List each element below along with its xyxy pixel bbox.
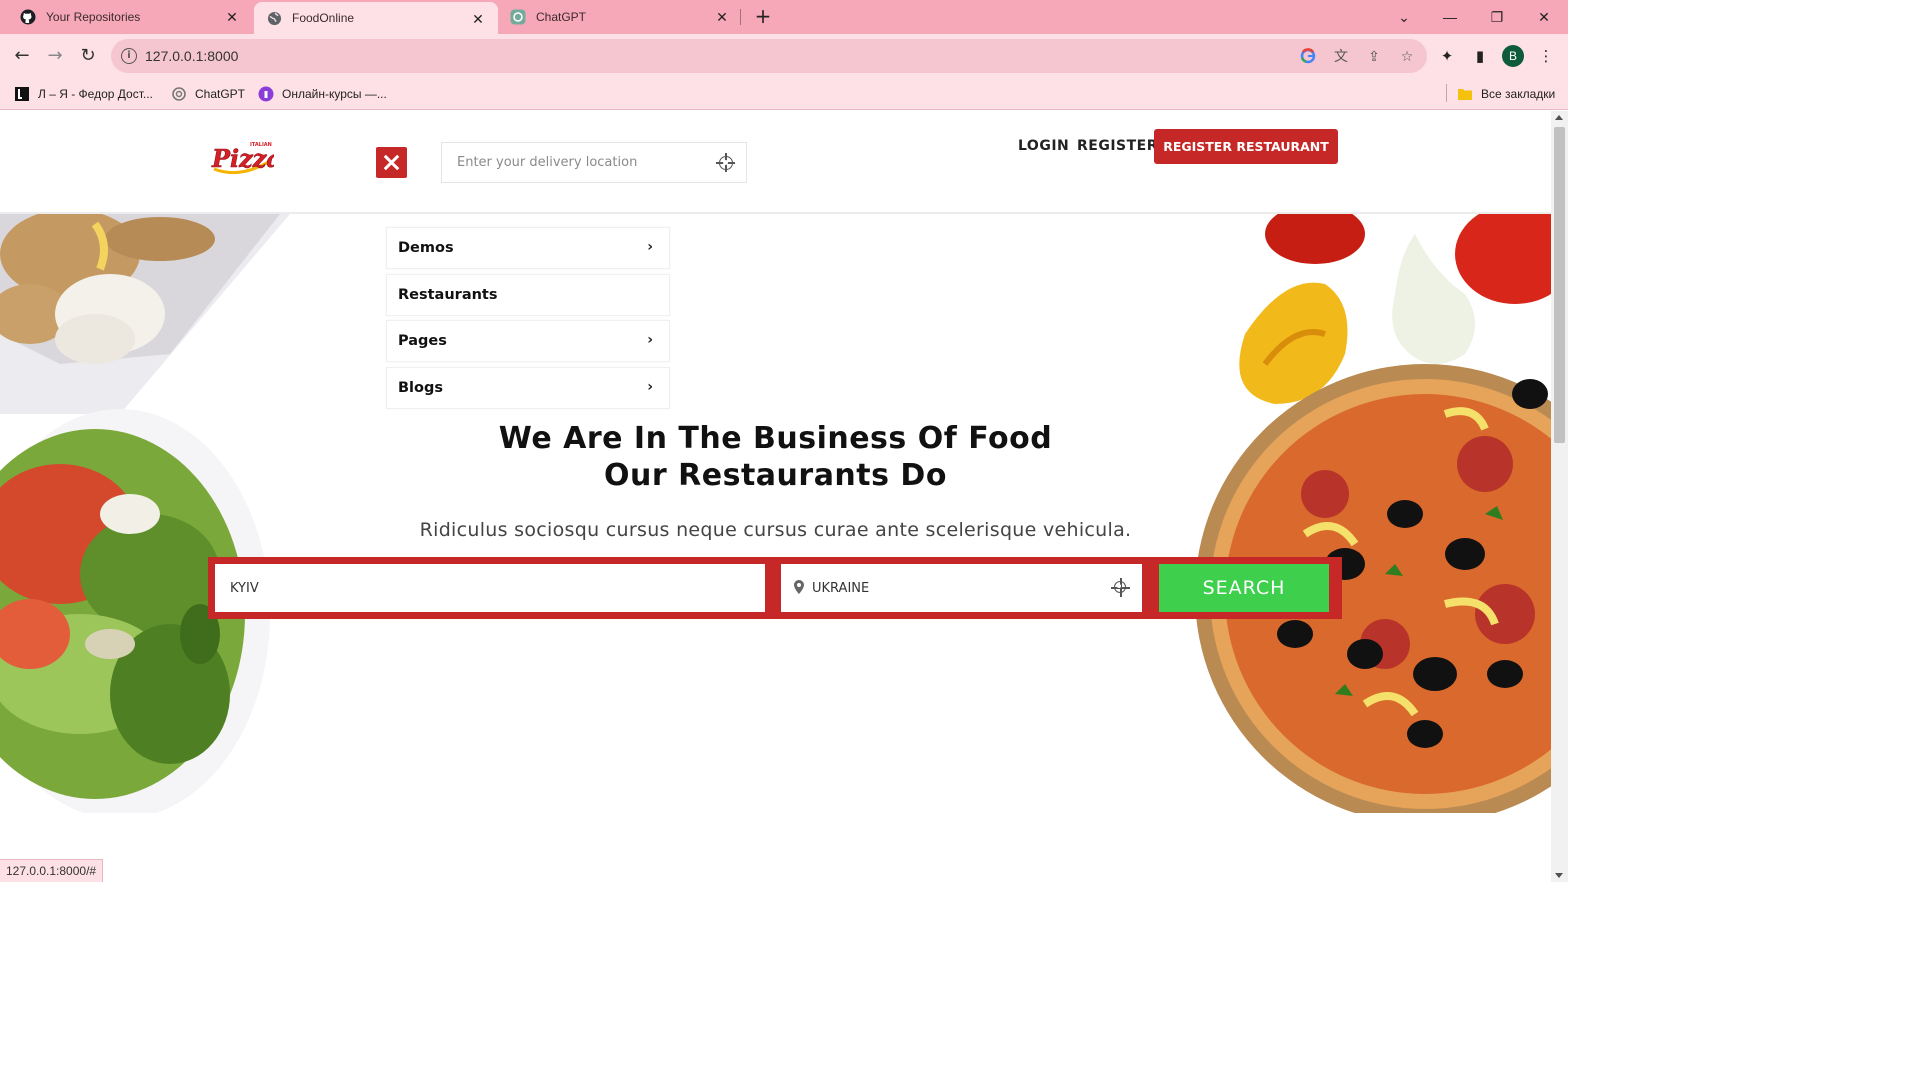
delivery-location-field[interactable] [441, 142, 747, 183]
menu-item-label: Blogs [398, 380, 443, 396]
menu-item-restaurants[interactable]: Restaurants [386, 274, 670, 316]
tab-separator [740, 9, 741, 25]
back-icon[interactable]: ← [10, 44, 34, 68]
status-bar-url: 127.0.0.1:8000/# [0, 859, 104, 882]
tab-title: FoodOnline [292, 11, 355, 25]
menu-item-blogs[interactable]: Blogs › [386, 367, 670, 409]
close-tab-icon[interactable]: ✕ [224, 9, 240, 25]
github-icon [20, 9, 36, 25]
restore-icon[interactable]: ❐ [1486, 6, 1508, 28]
bookmark-label: ChatGPT [195, 87, 246, 101]
hero-subtitle: Ridiculus sociosqu cursus neque cursus c… [419, 519, 1132, 541]
hero-title-line2: Our Restaurants Do [604, 458, 947, 493]
menu-kebab-icon[interactable]: ⋮ [1535, 45, 1557, 67]
window-close-icon[interactable]: ✕ [1533, 6, 1555, 28]
web-page: Pizza ITALIAN LOGIN REGISTER REGISTER RE… [0, 111, 1551, 882]
bookmark-star-icon[interactable]: ☆ [1398, 48, 1416, 66]
svg-text:ITALIAN: ITALIAN [250, 142, 272, 148]
bookmark-label: Л – Я - Федор Дост... [38, 87, 153, 101]
tab-chatgpt[interactable]: ChatGPT ✕ [498, 0, 742, 34]
translate-icon[interactable]: 文 [1332, 48, 1350, 66]
locate-me-icon[interactable] [716, 153, 735, 172]
close-menu-button[interactable] [376, 147, 407, 178]
site-info-icon[interactable]: i [121, 48, 137, 64]
minimize-icon[interactable]: — [1439, 6, 1461, 28]
delivery-location-input[interactable] [442, 143, 712, 182]
tab-your-repositories[interactable]: Your Repositories ✕ [8, 0, 252, 34]
chatgpt-icon [171, 86, 187, 102]
address-bar[interactable]: i 127.0.0.1:8000 文 ⇪ ☆ [111, 39, 1427, 73]
scroll-up-arrow-icon[interactable] [1555, 115, 1563, 120]
tab-foodonline[interactable]: FoodOnline ✕ [254, 2, 498, 34]
chevron-right-icon: › [647, 379, 653, 395]
bookmark-item[interactable]: Онлайн-курсы —... [258, 84, 387, 104]
bookmark-label: Онлайн-курсы —... [282, 87, 387, 101]
hero-title: We Are In The Business Of Food Our Resta… [0, 420, 1551, 494]
login-link[interactable]: LOGIN [1018, 138, 1069, 154]
tab-title: Your Repositories [46, 10, 141, 24]
menu-item-label: Demos [398, 240, 454, 256]
menu-item-label: Restaurants [398, 287, 498, 303]
menu-item-pages[interactable]: Pages › [386, 320, 670, 362]
country-input[interactable] [812, 564, 1102, 612]
main-menu-dropdown: Demos › Restaurants Pages › Blogs › [376, 214, 682, 413]
browser-tab-bar: Your Repositories ✕ FoodOnline ✕ ChatGPT… [0, 0, 1568, 34]
restaurant-search-form: SEARCH [208, 557, 1342, 619]
bookmark-item[interactable]: ChatGPT [171, 84, 245, 104]
all-bookmarks[interactable]: Все закладки [1457, 84, 1555, 104]
bookmark-separator [1446, 84, 1447, 102]
new-tab-button[interactable]: + [752, 6, 774, 28]
hero-title-line1: We Are In The Business Of Food [498, 421, 1053, 456]
scroll-thumb[interactable] [1554, 127, 1565, 443]
close-tab-icon[interactable]: ✕ [470, 11, 486, 27]
google-icon[interactable] [1299, 48, 1317, 66]
url-text: 127.0.0.1:8000 [145, 48, 239, 64]
menu-item-demos[interactable]: Demos › [386, 227, 670, 269]
city-input[interactable] [215, 564, 755, 612]
all-bookmarks-label: Все закладки [1481, 87, 1556, 101]
forward-icon[interactable]: → [43, 44, 67, 68]
tab-search-icon[interactable]: ⌄ [1393, 6, 1415, 28]
register-restaurant-button[interactable]: REGISTER RESTAURANT [1154, 129, 1338, 164]
folder-icon [1457, 86, 1473, 102]
site-header: Pizza ITALIAN LOGIN REGISTER REGISTER RE… [0, 111, 1551, 214]
pizza-image [1195, 214, 1551, 813]
share-icon[interactable]: ⇪ [1365, 48, 1383, 66]
profile-avatar[interactable]: B [1502, 45, 1524, 67]
side-panel-icon[interactable]: ▮ [1469, 45, 1491, 67]
city-field[interactable] [215, 564, 765, 612]
scroll-down-arrow-icon[interactable] [1555, 873, 1563, 878]
site-logo[interactable]: Pizza ITALIAN [210, 139, 282, 177]
salad-plate-image [0, 214, 290, 813]
chevron-right-icon: › [647, 239, 653, 255]
page-scrollbar[interactable] [1551, 111, 1568, 882]
extensions-icon[interactable]: ✦ [1436, 45, 1458, 67]
register-link[interactable]: REGISTER [1077, 138, 1158, 154]
country-field[interactable] [781, 564, 1142, 612]
search-button[interactable]: SEARCH [1159, 564, 1329, 612]
map-pin-icon [794, 580, 804, 594]
bookmarks-bar: Л – Я - Федор Дост... ChatGPT Онлайн-кур… [0, 78, 1568, 110]
close-tab-icon[interactable]: ✕ [714, 9, 730, 25]
locate-me-icon[interactable] [1111, 578, 1130, 597]
bookmark-item[interactable]: Л – Я - Федор Дост... [14, 84, 153, 104]
hero-section: We Are In The Business Of Food Our Resta… [0, 214, 1551, 813]
chevron-right-icon: › [647, 332, 653, 348]
browser-toolbar: ← → ↻ i 127.0.0.1:8000 文 ⇪ ☆ ✦ ▮ B ⋮ [0, 34, 1568, 78]
courses-icon [258, 86, 274, 102]
tab-title: ChatGPT [536, 10, 587, 24]
menu-item-label: Pages [398, 333, 447, 349]
globe-icon [266, 10, 282, 26]
svg-text:Pizza: Pizza [211, 144, 274, 173]
reload-icon[interactable]: ↻ [76, 44, 100, 68]
chatgpt-icon [510, 9, 526, 25]
book-icon [14, 86, 30, 102]
